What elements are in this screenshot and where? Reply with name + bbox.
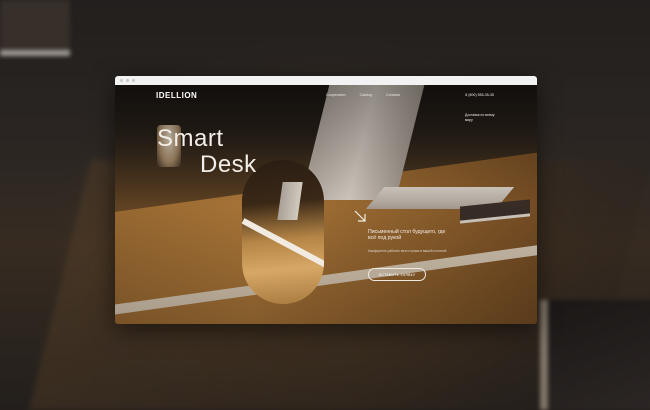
- hero-title-line2: Desk: [200, 151, 257, 178]
- browser-window: IDELLION Cooperation Catalog Contacts 8 …: [115, 76, 537, 324]
- hero-tagline: Письменный стол будущего, где всё под ру…: [368, 229, 446, 242]
- nav-item-catalog[interactable]: Catalog: [360, 93, 372, 97]
- brand-logo[interactable]: IDELLION: [156, 91, 197, 100]
- pill-stripe: [242, 218, 324, 280]
- delivery-note: Доставка по всему миру: [465, 113, 495, 122]
- arrow-down-right-icon: [354, 210, 366, 222]
- window-minimize-dot[interactable]: [126, 79, 129, 82]
- phone-number[interactable]: 8 (800) 555-35-35: [465, 93, 494, 97]
- leave-request-button[interactable]: ОСТАВИТЬ ЗАЯВКУ: [368, 268, 426, 281]
- nav-item-contacts[interactable]: Contacts: [386, 93, 400, 97]
- window-maximize-dot[interactable]: [132, 79, 135, 82]
- pill-frame-image: [242, 160, 324, 304]
- main-nav: Cooperation Catalog Contacts: [326, 93, 400, 97]
- hero-description: Комфортное рабочее место прямо в вашей г…: [368, 249, 447, 253]
- window-close-dot[interactable]: [120, 79, 123, 82]
- nav-item-cooperation[interactable]: Cooperation: [326, 93, 346, 97]
- hero-title-line1: Smart: [157, 125, 224, 152]
- landing-page: IDELLION Cooperation Catalog Contacts 8 …: [115, 85, 537, 324]
- pill-screen: [277, 182, 303, 220]
- browser-titlebar: [115, 76, 537, 85]
